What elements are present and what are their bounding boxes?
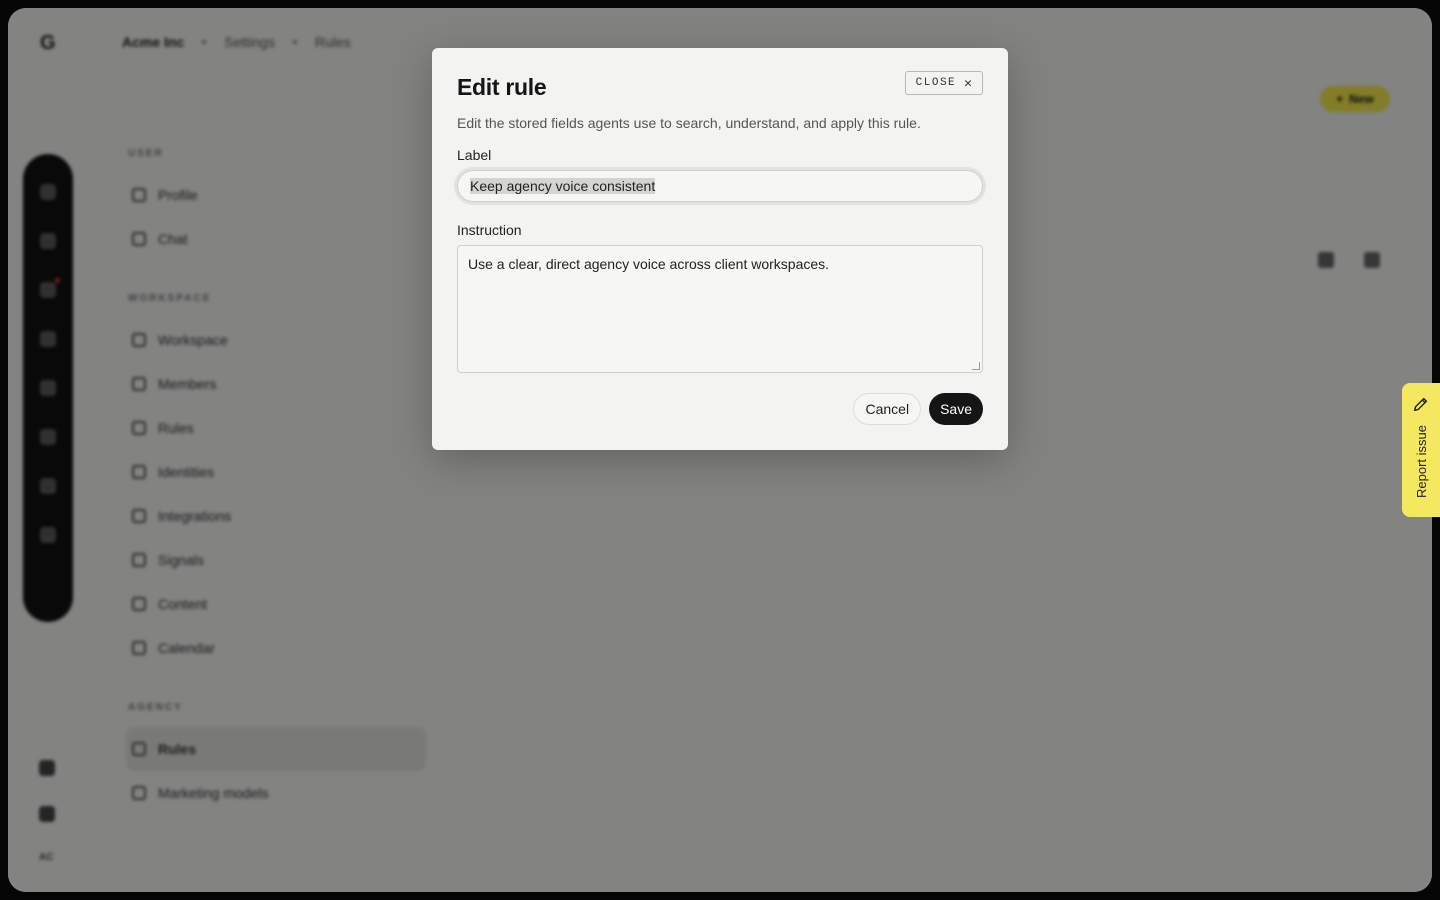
close-button-label: CLOSE <box>915 77 957 89</box>
resize-handle-icon[interactable] <box>972 362 980 370</box>
dialog-actions: Cancel Save <box>853 393 983 425</box>
instruction-field-label: Instruction <box>457 222 522 238</box>
edit-rule-dialog: Edit rule CLOSE ✕ Edit the stored fields… <box>432 48 1008 450</box>
report-issue-tab[interactable]: Report issue <box>1402 383 1440 517</box>
dialog-description: Edit the stored fields agents use to sea… <box>457 115 921 131</box>
save-button[interactable]: Save <box>929 393 983 425</box>
close-button[interactable]: CLOSE ✕ <box>904 71 983 95</box>
close-icon: ✕ <box>964 75 972 91</box>
instruction-value: Use a clear, direct agency voice across … <box>468 256 830 272</box>
label-input[interactable]: Keep agency voice consistent <box>457 170 983 202</box>
cancel-button[interactable]: Cancel <box>853 393 922 425</box>
report-issue-label: Report issue <box>1413 425 1429 498</box>
instruction-textarea[interactable]: Use a clear, direct agency voice across … <box>457 245 983 373</box>
pencil-icon <box>1413 397 1428 412</box>
label-input-value: Keep agency voice consistent <box>470 178 656 194</box>
label-field-label: Label <box>457 147 492 163</box>
